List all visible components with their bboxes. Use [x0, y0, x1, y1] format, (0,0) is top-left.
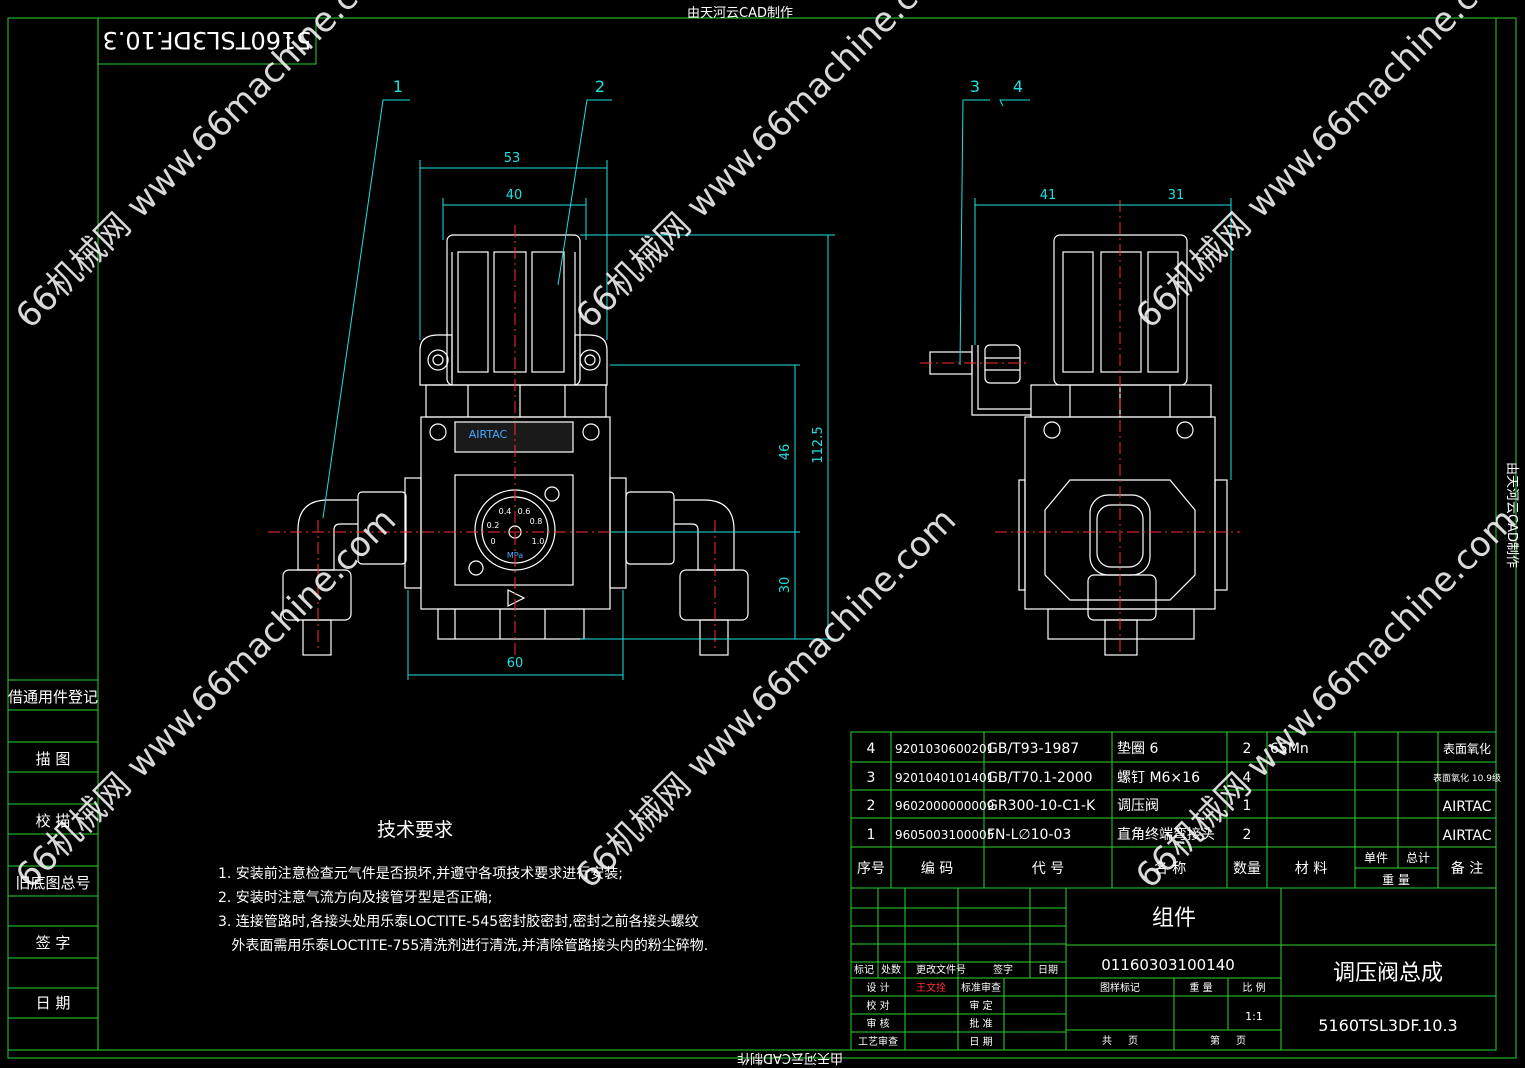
bom-header-no: 序号 [857, 861, 885, 877]
bom-header-remark: 备 注 [1451, 860, 1483, 877]
bom-header-code: 编 码 [921, 861, 953, 877]
balloon-4: 4 [1013, 77, 1023, 96]
drawing-svg: 由天河云CAD制作 由天河云CAD制作 由天河云CAD制作 5160TSL3DF… [7, 0, 1524, 1065]
gauge-tick-2: 0.4 [499, 507, 512, 516]
tb-label-ratio: 比 例 [1242, 981, 1265, 994]
bom-row-1-std: FN-L∅10-03 [987, 827, 1071, 843]
bom-row-1-remark: AIRTAC [1443, 828, 1492, 844]
bom-header-material: 材 料 [1295, 861, 1327, 877]
tb-label-stage: 图样标记 [1100, 981, 1140, 994]
bom-row-3-std: GB/T70.1-2000 [987, 770, 1093, 786]
side-panel-label-6: 日 期 [36, 994, 71, 1012]
tb-label-verify: 校 对 [866, 999, 889, 1012]
tb-label-mark: 标记 [854, 964, 874, 976]
tb-label-change-doc: 更改文件号 [916, 963, 966, 976]
bom-row-4-code: 9201030600201 [895, 742, 994, 756]
balloon-3: 3 [970, 77, 980, 96]
tb-scale: 1:1 [1245, 1010, 1263, 1023]
balloon-2: 2 [595, 77, 605, 96]
bom-row-2-remark: AIRTAC [1443, 799, 1492, 815]
bom-row-4-no: 4 [867, 741, 876, 757]
dim-60: 60 [507, 656, 524, 671]
bom-row-2-code: 9602000000009 [895, 799, 994, 813]
tb-sheet: 第 页 [1210, 1034, 1246, 1047]
bom-row-2-std: GR300-10-C1-K [987, 798, 1096, 814]
dim-53: 53 [504, 151, 521, 166]
bom-row-2-name: 调压阀 [1117, 798, 1159, 814]
bom-row-4-name: 垫圈 6 [1117, 741, 1158, 757]
bom-header-qty: 数量 [1233, 861, 1261, 877]
tb-label-review: 审 定 [969, 999, 992, 1012]
tb-label-weight: 重 量 [1189, 981, 1212, 994]
gauge-tick-5: 1.0 [532, 537, 545, 546]
tb-total-sheets: 共 页 [1102, 1035, 1138, 1047]
tb-label-approve: 批 准 [969, 1017, 992, 1030]
front-dimensions [322, 99, 835, 680]
gauge-tick-0: 0 [490, 537, 495, 546]
bom-row-3-no: 3 [867, 770, 876, 786]
gauge-tick-1: 0.2 [487, 521, 500, 530]
dim-30: 30 [778, 577, 793, 594]
tb-part-name: 调压阀总成 [1333, 961, 1443, 986]
tb-label-audit: 审 核 [866, 1017, 889, 1030]
bom-header-unit: 单件 [1364, 851, 1388, 865]
tb-assembly-type: 组件 [1152, 906, 1196, 931]
side-panel-label-5: 签 字 [36, 934, 71, 952]
bom-header-weight: 重 量 [1382, 873, 1410, 887]
tb-label-sign: 签字 [993, 963, 1013, 976]
tech-req-item-4: 外表面需用乐泰LOCTITE-755清洗剂进行清洗,并清除管路接头内的粉尘碎物. [218, 937, 708, 954]
tech-req-item-3: 3. 连接管路时,各接头处用乐泰LOCTITE-545密封胶密封,密封之前各接头… [218, 913, 699, 930]
tb-label-date: 日期 [1038, 964, 1058, 976]
side-panel-label-1: 借通用件登记 [8, 688, 98, 706]
dim-41: 41 [1040, 188, 1057, 203]
tb-part-number: 5160TSL3DF.10.3 [1318, 1016, 1457, 1035]
tb-label-design: 设 计 [866, 981, 889, 994]
dim-46: 46 [778, 444, 793, 461]
tech-req-item-2: 2. 安装时注意气流方向及接管牙型是否正确; [218, 889, 493, 906]
bottom-banner: 由天河云CAD制作 [737, 1050, 843, 1065]
tb-label-date2: 日 期 [969, 1036, 992, 1048]
tb-label-process: 工艺审查 [858, 1035, 898, 1048]
tech-req-item-1: 1. 安装前注意检查元气件是否损坏,并遵守各项技术要求进行安装; [218, 865, 623, 882]
tech-req-title: 技术要求 [377, 819, 453, 841]
bom-row-1-code: 9605003100005 [895, 828, 994, 842]
tb-label-count: 处数 [881, 963, 901, 976]
balloon-1: 1 [393, 77, 403, 96]
tb-drawing-code: 01160303100140 [1101, 956, 1235, 974]
cad-drawing-canvas: 由天河云CAD制作 由天河云CAD制作 由天河云CAD制作 5160TSL3DF… [0, 0, 1525, 1068]
side-panel-label-2: 描 图 [36, 750, 71, 768]
dim-31: 31 [1168, 188, 1185, 203]
watermark-2: 66机械网 www.66machine.com [568, 0, 964, 336]
bom-row-2-no: 2 [867, 798, 876, 814]
bom-row-3-name: 螺钉 M6×16 [1117, 770, 1200, 786]
dim-40: 40 [506, 188, 523, 203]
bom-row-3-code: 9201040101401 [895, 771, 994, 785]
watermark-3: 66机械网 www.66machine.com [1128, 0, 1524, 336]
brand-label: AIRTAC [469, 428, 508, 441]
bom-row-1-qty: 2 [1243, 827, 1252, 843]
bom-row-4-std: GB/T93-1987 [987, 741, 1079, 757]
bom-header-total: 总计 [1406, 851, 1430, 865]
top-banner: 由天河云CAD制作 [687, 6, 793, 21]
bom-header-std: 代 号 [1032, 861, 1064, 877]
tb-label-std-check: 标准审查 [961, 981, 1001, 994]
gauge-tick-4: 0.8 [530, 517, 543, 526]
bom-row-4-remark: 表面氧化 [1443, 742, 1491, 756]
tb-designer-name: 王文拴 [916, 981, 946, 994]
bom-row-1-no: 1 [867, 827, 876, 843]
gauge-tick-3: 0.6 [518, 507, 531, 516]
bom-row-3-remark: 表面氧化 10.9级 [1433, 772, 1501, 784]
dim-112-5: 112.5 [811, 426, 826, 463]
